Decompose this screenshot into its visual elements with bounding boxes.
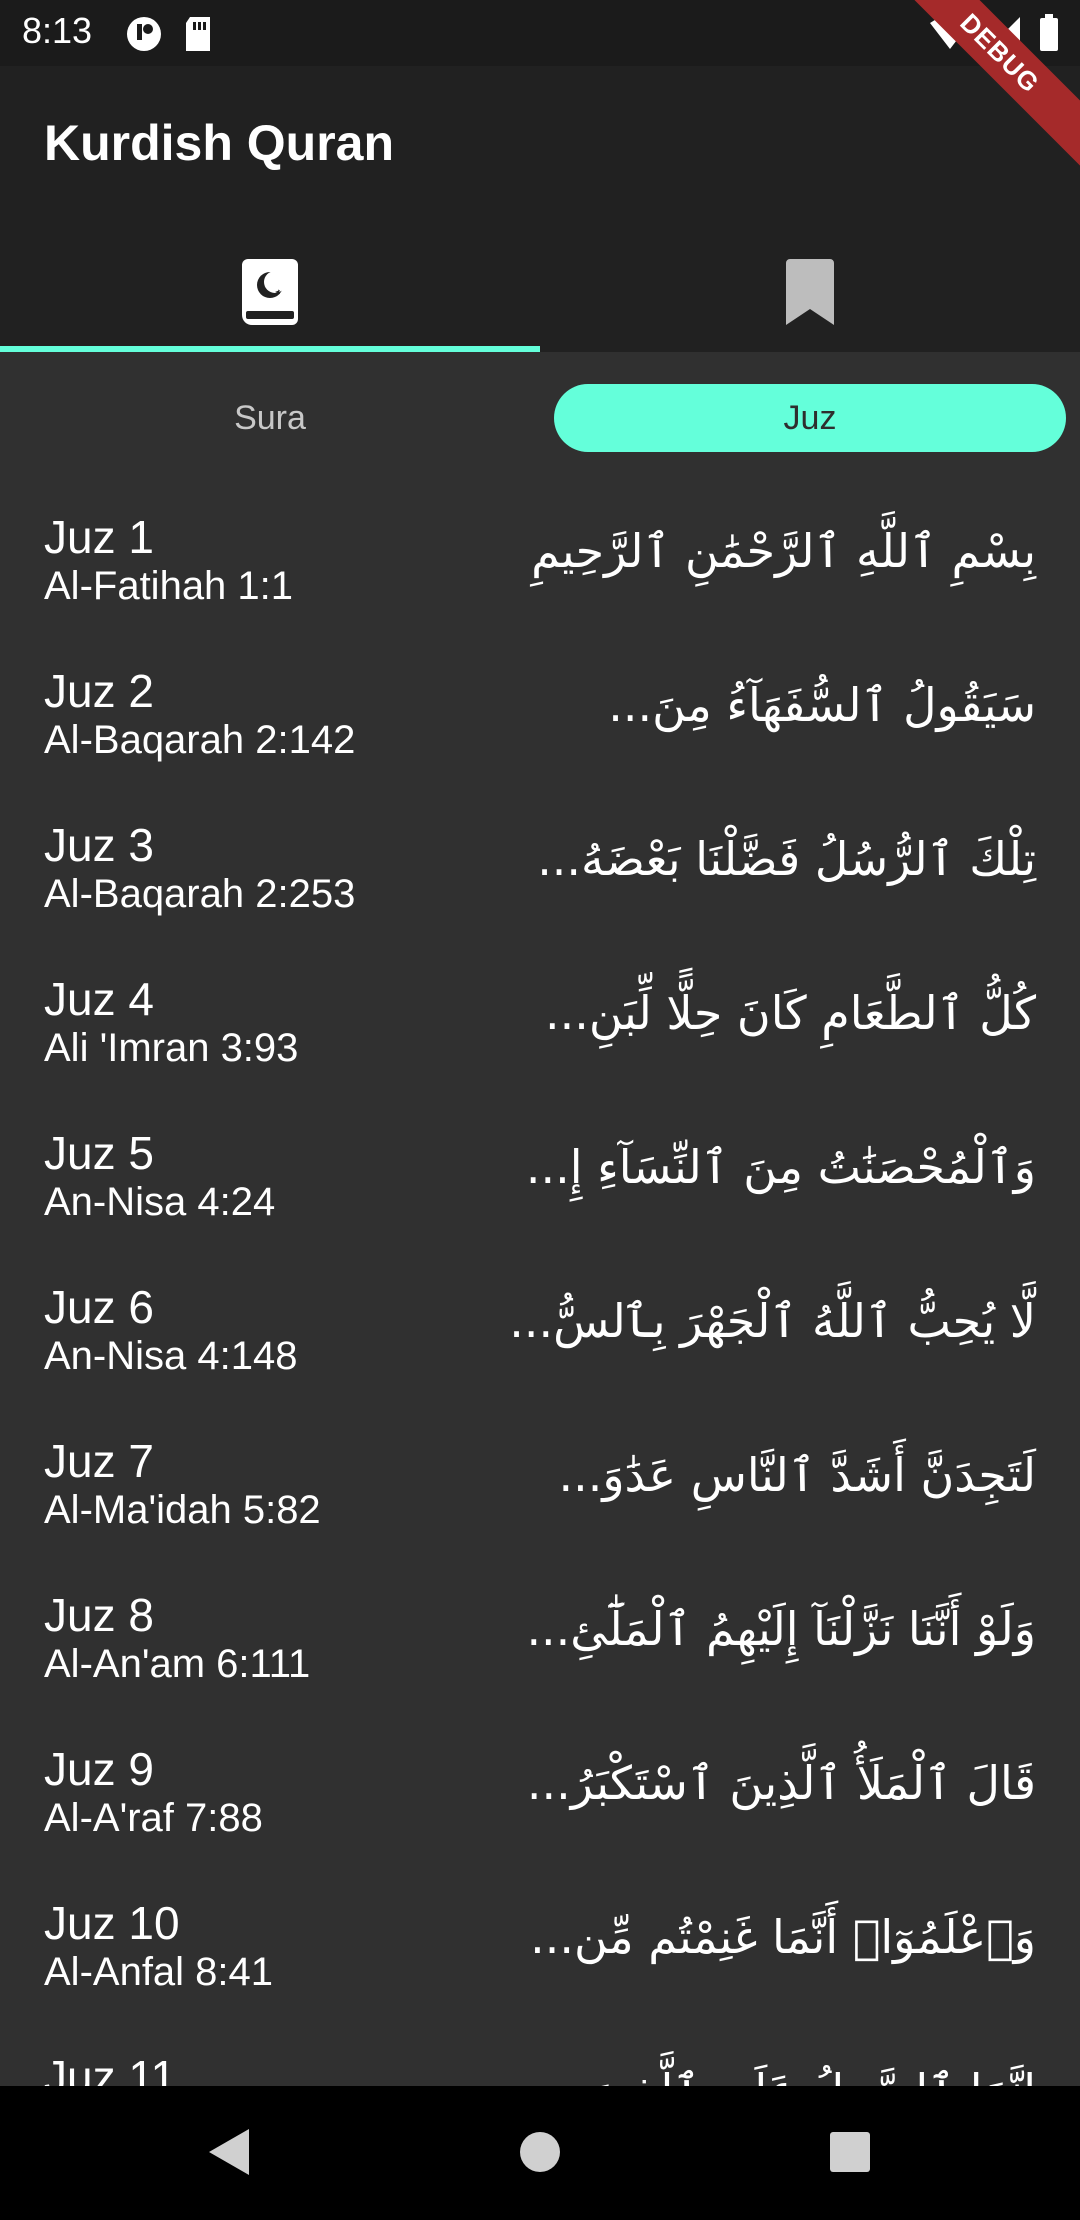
quran-book-icon [240, 259, 300, 329]
juz-title: Juz 2 [44, 665, 154, 717]
juz-arabic-text: لَّا يُحِبُّ ٱللَّهُ ٱلْجَهْرَ بِٱلسُّ..… [509, 1294, 1036, 1348]
juz-arabic-text: إِنَّمَا ٱلسَّبِيلُ عَلَى ٱلَّذِينَ [587, 2064, 1036, 2086]
juz-arabic-text: وَلَوْ أَنَّنَا نَزَّلْنَآ إِلَيْهِمُ ٱل… [526, 1602, 1036, 1656]
home-button[interactable] [512, 2126, 568, 2182]
juz-start: An-Nisa 4:148 [44, 1334, 298, 1378]
list-item[interactable]: Juz 11 إِنَّمَا ٱلسَّبِيلُ عَلَى ٱلَّذِي… [0, 2022, 1080, 2086]
back-button[interactable] [200, 2126, 256, 2182]
juz-title: Juz 11 [44, 2051, 177, 2086]
status-time: 8:13 [22, 10, 93, 51]
tab-bookmarks[interactable] [540, 236, 1080, 352]
juz-title: Juz 4 [44, 973, 154, 1025]
sd-card-icon [182, 14, 214, 58]
list-item[interactable]: Juz 7 Al-Ma'idah 5:82 لَتَجِدَنَّ أَشَدَ… [0, 1406, 1080, 1560]
juz-start: Al-A'raf 7:88 [44, 1796, 263, 1840]
list-item[interactable]: Juz 10 Al-Anfal 8:41 وَٱعْلَمُوٓا۟ أَنَّ… [0, 1868, 1080, 2022]
sura-juz-toggle: Sura Juz [0, 352, 1080, 482]
juz-start: Al-Anfal 8:41 [44, 1950, 274, 1994]
juz-arabic-text: وَٱلْمُحْصَنَٰتُ مِنَ ٱلنِّسَآءِ إِ... [525, 1140, 1036, 1194]
sura-toggle-button[interactable]: Sura [14, 384, 526, 452]
system-nav-bar [0, 2086, 1080, 2220]
list-item[interactable]: Juz 2 Al-Baqarah 2:142 سَيَقُولُ ٱلسُّفَ… [0, 636, 1080, 790]
juz-toggle-button[interactable]: Juz [554, 384, 1066, 452]
status-bar: 8:13 [0, 0, 1080, 66]
juz-start: An-Nisa 4:24 [44, 1180, 276, 1224]
juz-start: Al-Fatihah 1:1 [44, 564, 294, 608]
list-item[interactable]: Juz 9 Al-A'raf 7:88 قَالَ ٱلْمَلَأُ ٱلَّ… [0, 1714, 1080, 1868]
battery-icon [1038, 14, 1060, 56]
juz-title: Juz 8 [44, 1589, 154, 1641]
back-icon [205, 2127, 251, 2181]
juz-start: Al-Ma'idah 5:82 [44, 1488, 321, 1532]
tab-quran[interactable] [0, 236, 540, 352]
list-item[interactable]: Juz 5 An-Nisa 4:24 وَٱلْمُحْصَنَٰتُ مِنَ… [0, 1098, 1080, 1252]
juz-arabic-text: لَتَجِدَنَّ أَشَدَّ ٱلنَّاسِ عَدَٰوَ... [558, 1448, 1036, 1502]
home-icon [518, 2130, 562, 2178]
recents-button[interactable] [822, 2126, 878, 2182]
juz-title: Juz 10 [44, 1897, 180, 1949]
juz-arabic-text: تِلْكَ ٱلرُّسُلُ فَضَّلْنَا بَعْضَهُ... [537, 832, 1036, 886]
juz-title: Juz 3 [44, 819, 154, 871]
juz-arabic-text: قَالَ ٱلْمَلَأُ ٱلَّذِينَ ٱسْتَكْبَرُ... [526, 1756, 1036, 1810]
app-bar: Kurdish Quran [0, 66, 1080, 352]
cast-icon [124, 14, 164, 58]
app-title: Kurdish Quran [44, 115, 395, 171]
juz-title: Juz 1 [44, 511, 154, 563]
juz-start: Al-Baqarah 2:142 [44, 718, 356, 762]
bookmark-icon [784, 259, 836, 329]
list-item[interactable]: Juz 8 Al-An'am 6:111 وَلَوْ أَنَّنَا نَز… [0, 1560, 1080, 1714]
status-icons-left [124, 14, 214, 58]
juz-title: Juz 9 [44, 1743, 154, 1795]
juz-arabic-text: سَيَقُولُ ٱلسُّفَهَآءُ مِنَ... [608, 678, 1036, 732]
juz-arabic-text: كُلُّ ٱلطَّعَامِ كَانَ حِلًّا لِّبَنِ... [545, 986, 1036, 1040]
juz-start: Ali 'Imran 3:93 [44, 1026, 299, 1070]
list-item[interactable]: Juz 1 Al-Fatihah 1:1 بِسْمِ ٱللَّهِ ٱلرَ… [0, 482, 1080, 636]
juz-list[interactable]: Juz 1 Al-Fatihah 1:1 بِسْمِ ٱللَّهِ ٱلرَ… [0, 482, 1080, 2086]
juz-arabic-text: بِسْمِ ٱللَّهِ ٱلرَّحْمَٰنِ ٱلرَّحِيمِ [531, 524, 1036, 578]
list-item[interactable]: Juz 6 An-Nisa 4:148 لَّا يُحِبُّ ٱللَّهُ… [0, 1252, 1080, 1406]
list-item[interactable]: Juz 4 Ali 'Imran 3:93 كُلُّ ٱلطَّعَامِ ك… [0, 944, 1080, 1098]
juz-start: Al-An'am 6:111 [44, 1642, 311, 1686]
juz-title: Juz 6 [44, 1281, 154, 1333]
juz-title: Juz 7 [44, 1435, 154, 1487]
recents-icon [829, 2131, 871, 2177]
list-item[interactable]: Juz 3 Al-Baqarah 2:253 تِلْكَ ٱلرُّسُلُ … [0, 790, 1080, 944]
juz-start: Al-Baqarah 2:253 [44, 872, 356, 916]
juz-arabic-text: وَٱعْلَمُوٓا۟ أَنَّمَا غَنِمْتُم مِّن... [530, 1910, 1036, 1964]
juz-title: Juz 5 [44, 1127, 154, 1179]
